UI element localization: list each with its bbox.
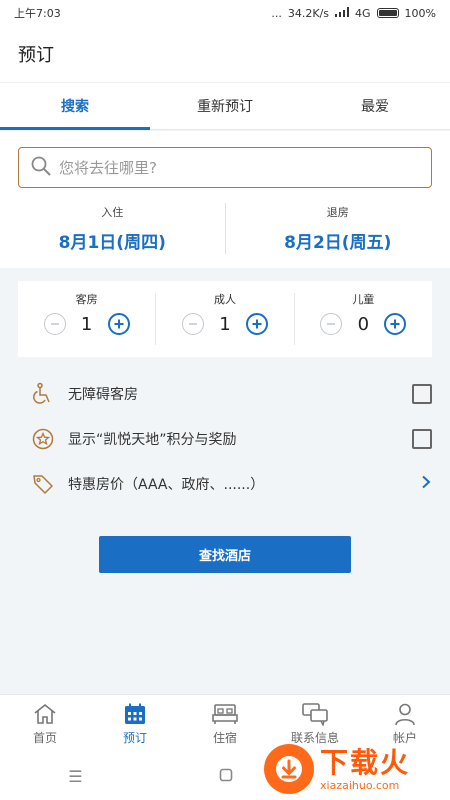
search-icon bbox=[31, 156, 51, 180]
checkout-label: 退房 bbox=[326, 206, 349, 219]
status-indicators: ... 34.2K/s 4G 100% bbox=[271, 6, 436, 20]
accessible-room-option[interactable]: 无障碍客房 bbox=[0, 371, 450, 416]
checkout-value: 8月2日(周五) bbox=[284, 233, 392, 253]
nav-home-label: 首页 bbox=[32, 731, 57, 745]
page-title: 预订 bbox=[18, 45, 54, 66]
watermark-logo-icon bbox=[264, 744, 314, 794]
watermark: 下载火 xiazaihuo.com bbox=[264, 738, 450, 800]
home-button-icon[interactable] bbox=[219, 767, 233, 786]
accessible-room-checkbox[interactable] bbox=[412, 383, 432, 404]
rooms-plus-button[interactable] bbox=[107, 313, 130, 335]
star-badge-icon bbox=[30, 426, 56, 452]
adults-minus-button[interactable] bbox=[181, 313, 204, 335]
status-time: 上午7:03 bbox=[14, 7, 61, 20]
special-rate-option[interactable]: 特惠房价（AAA、政府、......） bbox=[0, 461, 450, 506]
points-option[interactable]: 显示“凯悦天地”积分与奖励 bbox=[0, 416, 450, 461]
tab-search[interactable]: 搜索 bbox=[0, 83, 150, 130]
nav-stays-label: 住宿 bbox=[212, 731, 237, 745]
nav-stays[interactable]: 住宿 bbox=[180, 695, 270, 752]
checkin-date[interactable]: 入住 8月1日(周四) bbox=[0, 201, 225, 256]
checkin-label: 入住 bbox=[101, 206, 124, 219]
search-field[interactable] bbox=[18, 147, 432, 188]
status-bar: 上午7:03 ... 34.2K/s 4G 100% bbox=[0, 0, 450, 26]
user-icon bbox=[393, 701, 417, 727]
tab-bar: 搜索 重新预订 最爱 bbox=[0, 82, 450, 130]
signal-icon bbox=[335, 6, 350, 20]
tab-favorites[interactable]: 最爱 bbox=[300, 83, 450, 129]
children-label: 儿童 bbox=[352, 293, 375, 306]
network-speed: 34.2K/s bbox=[287, 6, 330, 20]
menu-icon[interactable]: ☰ bbox=[68, 767, 82, 786]
chat-icon bbox=[301, 701, 329, 727]
chevron-right-icon bbox=[420, 474, 432, 493]
battery-icon bbox=[376, 8, 399, 18]
rooms-minus-button[interactable] bbox=[43, 313, 66, 335]
rooms-label: 客房 bbox=[75, 293, 98, 306]
watermark-url: xiazaihuo.com bbox=[320, 778, 400, 792]
rooms-stepper: 客房 1 bbox=[18, 281, 155, 357]
rooms-value: 1 bbox=[80, 313, 93, 335]
children-minus-button[interactable] bbox=[320, 313, 343, 335]
app-bar: 预订 bbox=[0, 26, 450, 82]
find-hotels-button[interactable]: 查找酒店 bbox=[99, 536, 351, 573]
watermark-title: 下载火 bbox=[320, 745, 411, 779]
nav-home[interactable]: 首页 bbox=[0, 695, 90, 752]
search-options: 无障碍客房 显示“凯悦天地”积分与奖励 特惠房价（AAA、政府、......） bbox=[0, 371, 450, 506]
checkin-value: 8月1日(周四) bbox=[58, 233, 166, 253]
children-value: 0 bbox=[357, 313, 370, 335]
adults-label: 成人 bbox=[213, 293, 236, 306]
special-rate-label: 特惠房价（AAA、政府、......） bbox=[68, 476, 265, 493]
children-stepper: 儿童 0 bbox=[295, 281, 432, 357]
nav-booking-label: 预订 bbox=[122, 731, 147, 745]
checkout-date[interactable]: 退房 8月2日(周五) bbox=[226, 201, 450, 256]
accessible-room-label: 无障碍客房 bbox=[68, 386, 138, 403]
calendar-icon bbox=[123, 701, 147, 727]
home-icon bbox=[32, 701, 58, 727]
adults-plus-button[interactable] bbox=[245, 313, 268, 335]
points-checkbox[interactable] bbox=[412, 428, 432, 449]
date-selector: 入住 8月1日(周四) 退房 8月2日(周五) bbox=[0, 201, 450, 256]
wheelchair-icon bbox=[30, 381, 56, 407]
tag-icon bbox=[30, 471, 56, 497]
nav-booking[interactable]: 预订 bbox=[90, 695, 180, 752]
tab-rebook[interactable]: 重新预订 bbox=[150, 83, 300, 129]
battery-level: 100% bbox=[404, 6, 436, 20]
bed-icon bbox=[212, 701, 238, 727]
network-type: 4G bbox=[355, 6, 371, 20]
status-dots: ... bbox=[271, 6, 282, 20]
children-plus-button[interactable] bbox=[384, 313, 407, 335]
adults-value: 1 bbox=[219, 313, 231, 335]
search-card: 入住 8月1日(周四) 退房 8月2日(周五) bbox=[0, 131, 450, 268]
search-input[interactable] bbox=[59, 158, 399, 177]
points-label: 显示“凯悦天地”积分与奖励 bbox=[68, 431, 237, 448]
guest-selector: 客房 1 成人 1 儿童 0 bbox=[18, 281, 432, 357]
adults-stepper: 成人 1 bbox=[156, 281, 293, 357]
